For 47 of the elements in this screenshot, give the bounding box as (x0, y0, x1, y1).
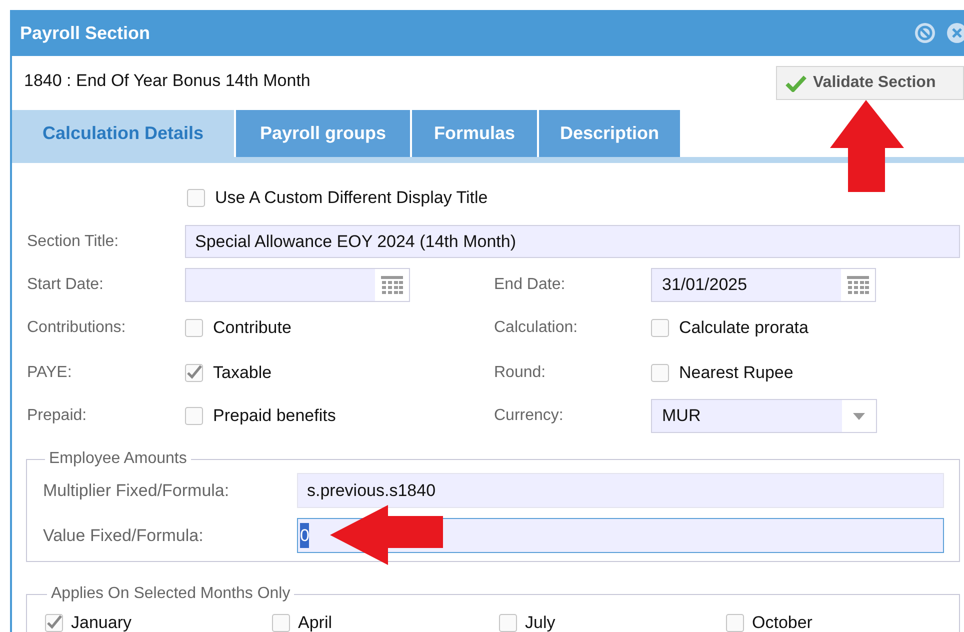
checkbox[interactable] (651, 319, 669, 337)
checkbox[interactable] (651, 364, 669, 382)
checkbox[interactable] (185, 319, 203, 337)
checkbox[interactable] (726, 614, 744, 632)
checkbox-label: October (752, 612, 812, 632)
window-title: Payroll Section (20, 22, 150, 45)
checkbox-label: Taxable (213, 362, 272, 384)
field-label: Round: (494, 363, 547, 383)
field-label: End Date: (494, 275, 566, 295)
field-label: Currency: (494, 406, 564, 426)
checkbox-label: Use A Custom Different Display Title (215, 187, 488, 210)
field-label: Start Date: (27, 275, 104, 295)
checkbox-label: Calculate prorata (679, 317, 808, 340)
field-label: PAYE: (27, 363, 73, 383)
group-legend: Applies On Selected Months Only (47, 582, 294, 606)
formula-field[interactable]: s.previous.s1840 (297, 473, 944, 508)
field-label: Section Title: (27, 232, 120, 252)
field-label: Calculation: (494, 318, 579, 338)
checkbox-label: Prepaid benefits (213, 405, 336, 428)
section-heading: 1840 : End Of Year Bonus 14th Month (24, 70, 310, 92)
checkbox[interactable] (272, 614, 290, 632)
checkbox-label: January (71, 612, 132, 632)
checkbox-label: Nearest Rupee (679, 362, 794, 384)
date-field[interactable] (185, 268, 410, 302)
field-label: Multiplier Fixed/Formula: (43, 480, 230, 502)
field-label: Contributions: (27, 318, 127, 338)
checkbox[interactable] (185, 364, 203, 382)
checkbox[interactable] (185, 407, 203, 425)
currency-dropdown[interactable]: MUR (651, 399, 877, 433)
caret-icon (853, 412, 865, 420)
checkbox[interactable] (187, 189, 205, 207)
calendar-icon[interactable] (847, 276, 869, 294)
field-label: Value Fixed/Formula: (43, 524, 204, 547)
minimize-icon[interactable] (914, 22, 936, 44)
field-label: Prepaid: (27, 406, 88, 426)
checkbox-label: July (525, 612, 556, 632)
checkbox[interactable] (45, 614, 63, 632)
validate-button[interactable]: Validate Section (776, 66, 964, 100)
checkbox-label: April (298, 612, 332, 632)
checkbox[interactable] (499, 614, 517, 632)
group-legend: Employee Amounts (45, 447, 191, 471)
section-title-field[interactable]: Special Allowance EOY 2024 (14th Month) (185, 225, 960, 258)
close-icon[interactable] (946, 22, 964, 44)
calendar-icon[interactable] (381, 276, 403, 294)
checkbox-label: Contribute (213, 317, 292, 340)
checkmark-icon (785, 74, 807, 92)
date-field[interactable]: 31/01/2025 (651, 268, 876, 302)
